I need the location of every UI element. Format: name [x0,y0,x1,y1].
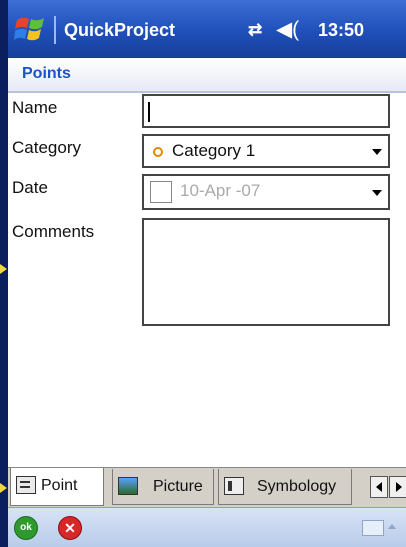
windows-start-icon[interactable] [14,14,46,44]
tab-strip: Point Picture Symbology [8,467,406,508]
name-field[interactable] [142,94,390,128]
clock[interactable]: 13:50 [318,20,364,41]
symbology-tab-icon [224,477,244,495]
tab-point-label: Point [41,477,78,494]
tab-picture[interactable]: Picture [112,469,214,505]
date-picker[interactable]: 10-Apr -07 [142,174,390,210]
chevron-down-icon[interactable] [372,149,382,155]
tab-scroll-left-button[interactable] [370,476,388,498]
sync-icon[interactable]: ⇄ [248,20,262,40]
arrow-left-icon [376,482,382,492]
slide-pointer-bottom [0,483,7,493]
form-header: Points [8,58,406,93]
arrow-right-icon [396,482,402,492]
input-menu-arrow-icon[interactable] [388,524,396,529]
app-title: QuickProject [64,20,176,40]
category-dropdown[interactable]: Category 1 [142,134,390,168]
device-screen: QuickProject ⇄ ◀︎( 13:50 Points Name Cat… [8,0,406,547]
category-value: Category 1 [172,141,256,160]
comments-textarea[interactable] [142,218,390,326]
tab-symbology-label: Symbology [257,478,337,495]
category-marker-icon [153,147,163,157]
tab-symbology[interactable]: Symbology [218,469,352,505]
picture-tab-icon [118,477,138,495]
volume-icon[interactable]: ◀︎( [276,17,299,42]
title-separator [54,16,56,44]
form-heading: Points [22,65,71,82]
tab-point[interactable]: Point [10,468,104,506]
date-label: Date [12,178,48,197]
category-label: Category [12,138,81,157]
cancel-button[interactable]: ✕ [58,516,82,540]
title-bar: QuickProject ⇄ ◀︎( 13:50 [8,0,406,58]
keyboard-icon[interactable] [362,520,384,536]
name-label: Name [12,98,58,117]
slide-pointer-top [0,264,7,274]
point-tab-icon [16,476,36,494]
chevron-down-icon[interactable] [372,190,382,196]
text-cursor [148,102,150,122]
comments-label: Comments [12,222,95,241]
date-value: 10-Apr -07 [180,181,261,200]
tab-picture-label: Picture [153,478,203,495]
tab-scroll-right-button[interactable] [389,476,406,498]
ok-button[interactable]: ok [14,516,38,540]
menu-bar: ok ✕ [8,507,406,547]
date-enable-checkbox[interactable] [150,181,172,203]
